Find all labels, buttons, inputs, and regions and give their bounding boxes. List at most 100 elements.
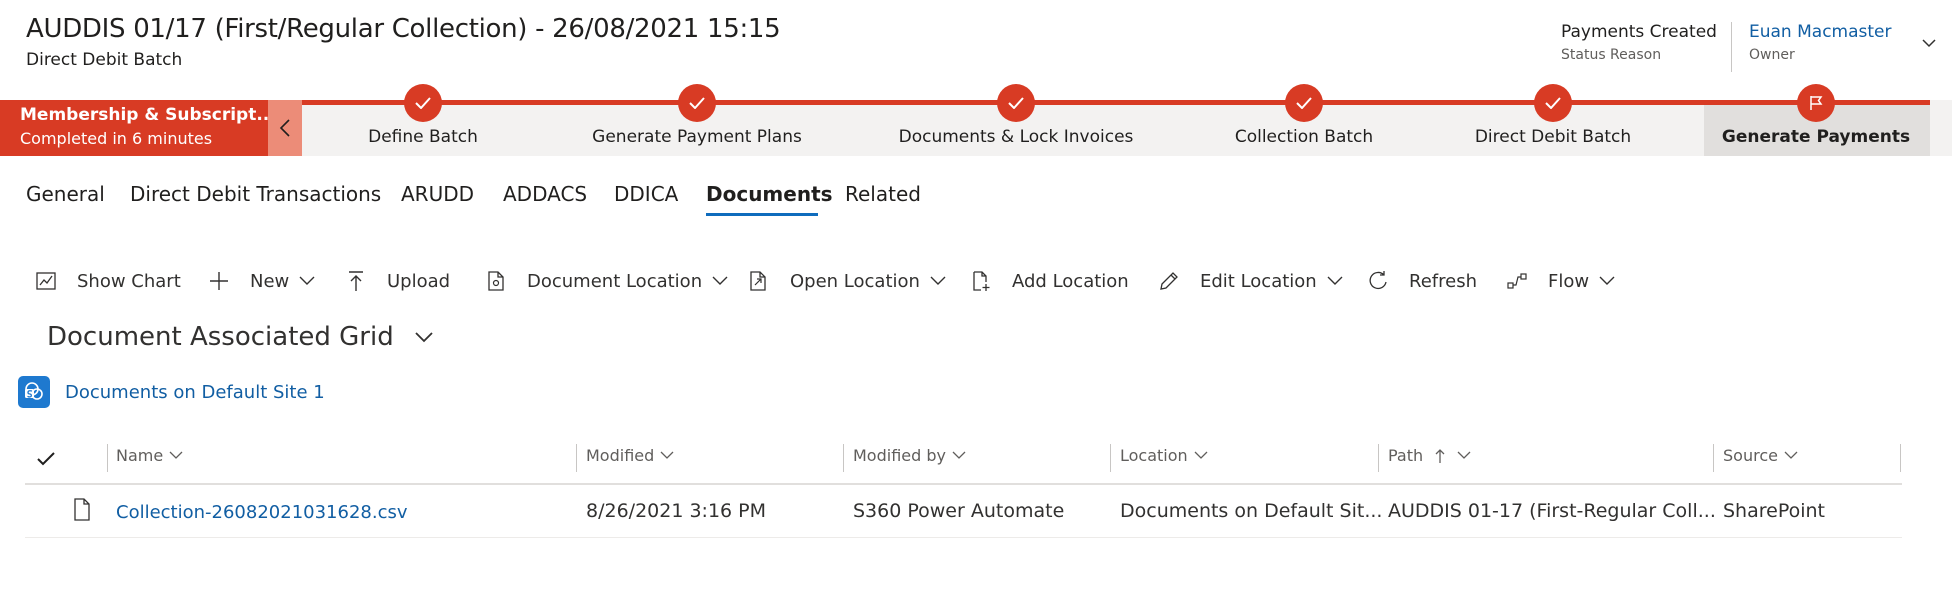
path-cell: AUDDIS 01-17 (First-Regular Coll... xyxy=(1388,500,1716,522)
sharepoint-icon xyxy=(18,376,50,408)
flow-icon xyxy=(1507,273,1527,289)
document-location-button[interactable]: Document Location xyxy=(485,266,728,296)
column-divider xyxy=(843,444,844,472)
stage-collection-batch-label[interactable]: Collection Batch xyxy=(1235,127,1373,147)
column-divider xyxy=(1378,444,1379,472)
plus-icon xyxy=(210,272,228,290)
upload-icon xyxy=(349,271,363,291)
location-cell: Documents on Default Sit... xyxy=(1120,500,1383,522)
new-label: New xyxy=(250,270,290,292)
chevron-left-icon xyxy=(279,119,290,137)
status-reason-value: Payments Created xyxy=(1561,22,1717,42)
view-selector-chevron-icon[interactable] xyxy=(414,330,434,344)
open-location-icon xyxy=(750,271,766,291)
tab-addacs[interactable]: ADDACS xyxy=(503,182,587,206)
add-location-button[interactable]: Add Location xyxy=(970,266,1129,296)
document-location-icon xyxy=(488,271,504,291)
open-location-label: Open Location xyxy=(790,270,920,292)
active-process-panel[interactable]: Membership & Subscript... Completed in 6… xyxy=(0,100,268,156)
tab-ddica[interactable]: DDICA xyxy=(614,182,678,206)
stage-define-batch-node[interactable] xyxy=(404,84,442,122)
chevron-down-icon[interactable] xyxy=(1327,276,1343,286)
show-chart-label: Show Chart xyxy=(77,270,181,292)
process-collapse-button[interactable] xyxy=(268,100,302,156)
flow-label: Flow xyxy=(1548,270,1590,292)
column-divider xyxy=(1713,444,1714,472)
column-modified-label: Modified xyxy=(586,446,655,465)
stage-define-batch-label[interactable]: Define Batch xyxy=(368,127,478,147)
process-name: Membership & Subscript... xyxy=(20,105,268,125)
column-divider xyxy=(107,444,108,472)
upload-button[interactable]: Upload xyxy=(345,266,450,296)
tab-direct-debit-transactions[interactable]: Direct Debit Transactions xyxy=(130,182,381,206)
stage-direct-debit-batch-node[interactable] xyxy=(1534,84,1572,122)
stage-generate-payment-plans-label[interactable]: Generate Payment Plans xyxy=(592,127,802,147)
stage-generate-payment-plans-node[interactable] xyxy=(678,84,716,122)
stage-direct-debit-batch-label[interactable]: Direct Debit Batch xyxy=(1475,127,1631,147)
stage-generate-payments-label[interactable]: Generate Payments xyxy=(1722,127,1910,147)
column-divider xyxy=(1110,444,1111,472)
stage-collection-batch-node[interactable] xyxy=(1285,84,1323,122)
select-all-check-icon[interactable] xyxy=(37,452,55,466)
flow-button[interactable]: Flow xyxy=(1506,266,1615,296)
entity-name: Direct Debit Batch xyxy=(26,50,183,70)
column-name-label: Name xyxy=(116,446,164,465)
chevron-down-icon[interactable] xyxy=(299,276,315,286)
pencil-icon xyxy=(1160,272,1178,290)
column-modified-by-label: Modified by xyxy=(853,446,946,465)
check-icon xyxy=(689,97,705,109)
column-location-label: Location xyxy=(1120,446,1188,465)
sharepoint-logo xyxy=(25,382,43,400)
document-location-label: Document Location xyxy=(527,270,703,292)
row-divider xyxy=(25,537,1902,538)
owner-label: Owner xyxy=(1749,47,1795,63)
document-location-link[interactable]: Documents on Default Site 1 xyxy=(65,382,325,403)
record-title: AUDDIS 01/17 (First/Regular Collection) … xyxy=(26,14,781,44)
column-divider xyxy=(1900,444,1901,472)
source-cell: SharePoint xyxy=(1723,500,1826,522)
stage-documents-lock-invoices-label[interactable]: Documents & Lock Invoices xyxy=(899,127,1134,147)
add-location-label: Add Location xyxy=(1012,270,1129,292)
chevron-down-icon xyxy=(1194,451,1208,459)
owner-field: Euan Macmaster Owner xyxy=(1749,22,1892,63)
column-header-name[interactable]: Name xyxy=(116,446,183,465)
column-header-modified[interactable]: Modified xyxy=(586,446,674,465)
sort-ascending-icon xyxy=(1435,448,1445,463)
view-selector-title[interactable]: Document Associated Grid xyxy=(47,322,394,352)
owner-link[interactable]: Euan Macmaster xyxy=(1749,22,1892,42)
show-chart-button[interactable]: Show Chart xyxy=(35,266,181,296)
tab-related[interactable]: Related xyxy=(845,182,921,206)
column-source-label: Source xyxy=(1723,446,1778,465)
new-button[interactable]: New xyxy=(208,266,315,296)
column-divider xyxy=(576,444,577,472)
column-header-modified-by[interactable]: Modified by xyxy=(853,446,966,465)
modified-by-cell: S360 Power Automate xyxy=(853,500,1065,522)
status-reason-field: Payments Created Status Reason xyxy=(1561,22,1717,63)
stage-documents-lock-invoices-node[interactable] xyxy=(997,84,1035,122)
stage-generate-payments-node[interactable] xyxy=(1797,84,1835,122)
chevron-down-icon[interactable] xyxy=(930,276,946,286)
process-status: Completed in 6 minutes xyxy=(20,129,213,148)
upload-label: Upload xyxy=(387,270,451,292)
tab-documents[interactable]: Documents xyxy=(706,182,833,206)
chevron-down-icon[interactable] xyxy=(712,276,728,286)
document-name-link[interactable]: Collection-26082021031628.csv xyxy=(116,502,408,523)
chevron-down-icon xyxy=(1457,451,1471,459)
column-header-source[interactable]: Source xyxy=(1723,446,1798,465)
check-icon xyxy=(415,97,431,109)
refresh-button[interactable]: Refresh xyxy=(1367,266,1477,296)
column-header-location[interactable]: Location xyxy=(1120,446,1208,465)
header-divider xyxy=(1731,22,1732,72)
open-location-button[interactable]: Open Location xyxy=(748,266,946,296)
check-icon xyxy=(1545,97,1561,109)
status-reason-label: Status Reason xyxy=(1561,47,1662,63)
chevron-down-icon[interactable] xyxy=(1599,276,1615,286)
tab-arudd[interactable]: ARUDD xyxy=(401,182,474,206)
chevron-down-icon xyxy=(952,451,966,459)
edit-location-button[interactable]: Edit Location xyxy=(1158,266,1343,296)
tab-general[interactable]: General xyxy=(26,182,105,206)
chevron-down-icon xyxy=(1784,451,1798,459)
column-header-path[interactable]: Path xyxy=(1388,446,1471,465)
header-expand-chevron-icon[interactable] xyxy=(1922,36,1936,50)
process-progress-line xyxy=(302,100,1930,105)
